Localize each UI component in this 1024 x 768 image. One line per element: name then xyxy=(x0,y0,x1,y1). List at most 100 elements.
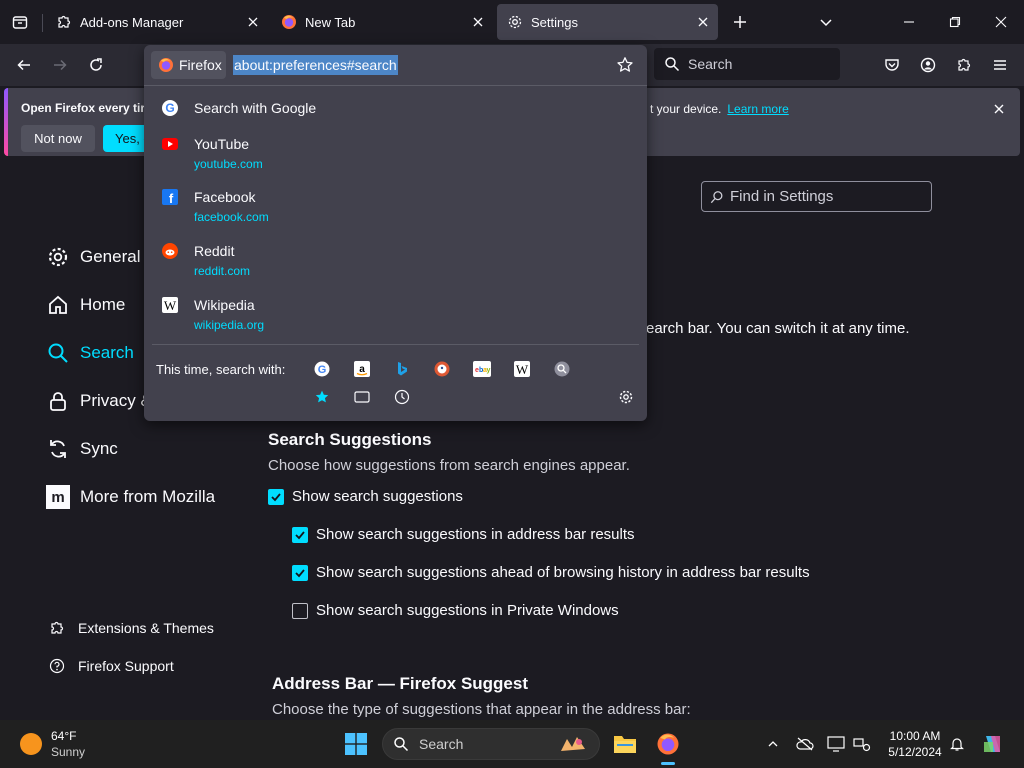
chevron-up-icon[interactable] xyxy=(763,734,783,754)
puzzle-icon xyxy=(48,619,66,637)
plus-icon xyxy=(734,16,746,28)
bing-icon[interactable] xyxy=(393,360,411,378)
result-row-wikipedia[interactable]: W Wikipedia wikipedia.org xyxy=(144,296,647,336)
tab-separator xyxy=(42,14,43,32)
bookmarks-star-icon[interactable] xyxy=(313,388,331,406)
category-search[interactable]: Search xyxy=(46,339,134,367)
suggestions-ahead-of-history-checkbox[interactable]: Show search suggestions ahead of browsin… xyxy=(292,564,810,581)
url-input[interactable]: about:preferences#search xyxy=(233,55,398,75)
cloud-offline-icon[interactable] xyxy=(795,734,815,754)
tab-new-tab[interactable]: New Tab xyxy=(271,4,493,40)
extensions-button[interactable] xyxy=(948,49,980,81)
bookmark-star-button[interactable] xyxy=(615,55,635,75)
search-suggestions-description: Choose how suggestions from search engin… xyxy=(268,457,630,474)
copilot-icon[interactable] xyxy=(980,731,1006,757)
close-tab-icon[interactable] xyxy=(696,15,710,29)
back-button[interactable] xyxy=(8,49,40,81)
hamburger-menu-icon xyxy=(994,60,1006,70)
result-row-reddit[interactable]: Reddit reddit.com xyxy=(144,242,647,282)
new-tab-button[interactable] xyxy=(724,6,756,38)
tab-addons-manager[interactable]: Add-ons Manager xyxy=(46,4,268,40)
address-bar-suggest-description: Choose the type of suggestions that appe… xyxy=(272,701,691,718)
tab-strip: Add-ons Manager New Tab Settings xyxy=(0,0,1024,44)
clock-date[interactable]: 5/12/2024 xyxy=(886,745,944,759)
windows-start-icon[interactable] xyxy=(344,732,368,756)
ebay-icon[interactable]: ebay xyxy=(473,360,491,378)
puzzle-icon xyxy=(56,14,72,30)
find-placeholder: Find in Settings xyxy=(730,188,834,205)
tab-label: New Tab xyxy=(305,14,356,30)
reload-button[interactable] xyxy=(80,49,112,81)
account-button[interactable] xyxy=(912,49,944,81)
result-row-facebook[interactable]: f Facebook facebook.com xyxy=(144,188,647,228)
popup-divider xyxy=(152,344,639,345)
firefox-taskbar-icon[interactable] xyxy=(655,731,681,757)
category-more-from-mozilla[interactable]: m More from Mozilla xyxy=(46,483,215,511)
sun-icon[interactable] xyxy=(20,733,42,755)
firefox-view-button[interactable] xyxy=(4,6,36,38)
help-icon xyxy=(48,657,66,675)
file-explorer-icon[interactable] xyxy=(612,731,638,757)
close-window-button[interactable] xyxy=(985,6,1017,38)
wikipedia-icon[interactable]: W xyxy=(513,360,531,378)
history-icon[interactable] xyxy=(393,388,411,406)
forward-button[interactable] xyxy=(44,49,76,81)
close-tab-icon[interactable] xyxy=(471,15,485,29)
weather-temperature[interactable]: 64°F xyxy=(51,729,76,743)
search-with-google-row[interactable]: G Search with Google xyxy=(144,99,647,125)
taskbar-search[interactable]: Search xyxy=(382,728,600,760)
amazon-icon[interactable]: a xyxy=(353,360,371,378)
category-general[interactable]: General xyxy=(46,243,140,271)
active-app-indicator xyxy=(661,762,675,765)
extensions-themes-link[interactable]: Extensions & Themes xyxy=(48,618,214,638)
clock-time[interactable]: 10:00 AM xyxy=(886,729,944,743)
reddit-icon xyxy=(161,242,179,260)
tab-settings[interactable]: Settings xyxy=(497,4,718,40)
network-icon[interactable] xyxy=(852,734,872,754)
show-search-suggestions-checkbox[interactable]: Show search suggestions xyxy=(268,488,463,505)
close-tab-icon[interactable] xyxy=(246,15,260,29)
checkbox-unchecked-icon xyxy=(292,602,308,619)
monitor-icon[interactable] xyxy=(826,734,846,754)
youtube-icon xyxy=(161,135,179,153)
row-url: youtube.com xyxy=(194,157,263,171)
find-in-settings-input[interactable]: Find in Settings xyxy=(701,181,932,212)
notification-accent xyxy=(4,88,8,156)
category-label: Home xyxy=(80,295,126,314)
svg-text:W: W xyxy=(516,362,529,377)
weather-description[interactable]: Sunny xyxy=(51,745,85,759)
notification-bell-icon[interactable] xyxy=(947,734,967,754)
learn-more-link[interactable]: Learn more xyxy=(727,102,788,116)
minimize-button[interactable] xyxy=(893,6,925,38)
suggestions-in-address-bar-checkbox[interactable]: Show search suggestions in address bar r… xyxy=(292,526,635,543)
pocket-button[interactable] xyxy=(876,49,908,81)
yes-button[interactable]: Yes, o xyxy=(103,125,149,152)
tabs-icon[interactable] xyxy=(353,388,371,406)
puzzle-icon xyxy=(958,58,971,71)
identity-box[interactable]: Firefox xyxy=(151,51,226,79)
category-label: Sync xyxy=(80,439,118,458)
category-sync[interactable]: Sync xyxy=(46,435,118,463)
category-privacy[interactable]: Privacy & xyxy=(46,387,152,415)
app-menu-button[interactable] xyxy=(984,49,1016,81)
account-icon xyxy=(920,57,936,73)
row-title: YouTube xyxy=(194,136,250,152)
category-home[interactable]: Home xyxy=(46,291,125,319)
search-settings-icon[interactable] xyxy=(617,388,635,406)
gear-icon xyxy=(46,245,70,269)
default-engine-description: earch bar. You can switch it at any time… xyxy=(646,320,910,337)
duckduckgo-icon[interactable] xyxy=(433,360,451,378)
toolbar-search-box[interactable]: Search xyxy=(654,48,840,80)
google-icon[interactable]: G xyxy=(313,360,331,378)
not-now-button[interactable]: Not now xyxy=(21,125,95,152)
suggestions-in-private-windows-checkbox[interactable]: Show search suggestions in Private Windo… xyxy=(292,602,619,619)
search-engine-icon[interactable] xyxy=(553,360,571,378)
restore-button[interactable] xyxy=(939,6,971,38)
result-row-youtube[interactable]: YouTube youtube.com xyxy=(144,135,647,175)
gear-icon xyxy=(507,14,523,30)
notification-tail-text: t your device. Learn more xyxy=(650,102,789,116)
close-notification-icon[interactable] xyxy=(991,101,1007,117)
list-all-tabs-button[interactable] xyxy=(810,6,842,38)
firefox-support-link[interactable]: Firefox Support xyxy=(48,656,174,676)
row-title: Reddit xyxy=(194,243,235,259)
